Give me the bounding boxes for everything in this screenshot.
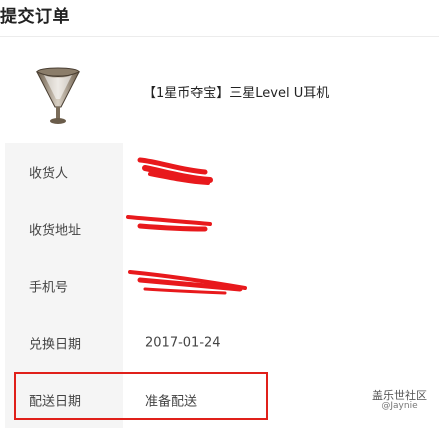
trophy-cup-icon (35, 67, 81, 124)
page-header: 提交订单 (0, 0, 439, 37)
field-row-phone: 手机号 (0, 257, 439, 314)
phone-label: 手机号 (29, 280, 69, 295)
field-label-cell: 收货人 (5, 143, 123, 200)
field-row-recipient: 收货人 (0, 143, 439, 200)
field-row-address: 收货地址 (0, 200, 439, 257)
field-row-redeem-date: 兑换日期 2017-01-24 (0, 314, 439, 371)
product-name: 【1星币夺宝】三星Level U耳机 (143, 86, 330, 101)
page-title: 提交订单 (0, 7, 70, 27)
delivery-date-highlight (14, 372, 268, 420)
watermark-sub: @Jaynie (381, 401, 418, 412)
field-label-cell: 收货地址 (5, 200, 123, 257)
field-label-cell: 手机号 (5, 257, 123, 314)
address-label: 收货地址 (29, 223, 82, 238)
redeem-date-label: 兑换日期 (29, 337, 82, 352)
redeem-date-value: 2017-01-24 (145, 335, 221, 350)
watermark: 盖乐世社区 @Jaynie (372, 389, 427, 412)
product-summary: 【1星币夺宝】三星Level U耳机 (0, 37, 439, 142)
recipient-label: 收货人 (29, 166, 69, 181)
field-label-cell: 兑换日期 (5, 314, 123, 371)
